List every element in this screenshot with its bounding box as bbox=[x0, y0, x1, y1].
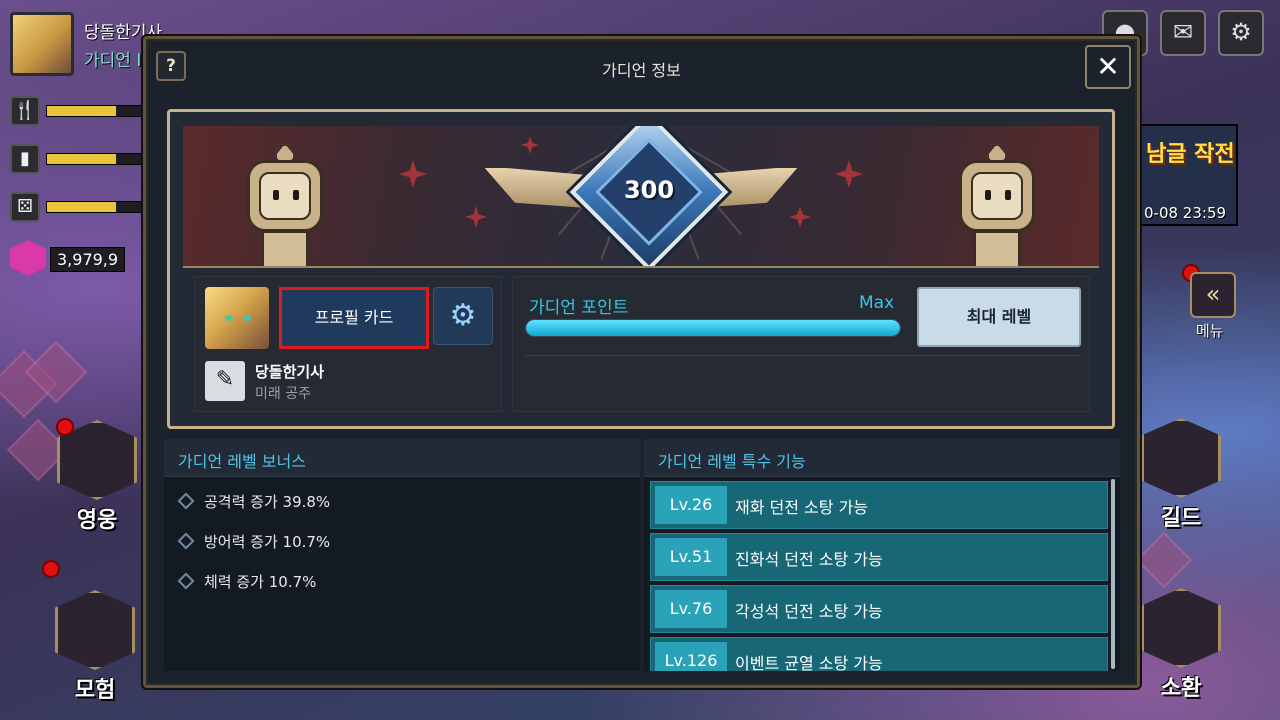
mascot-right-icon bbox=[949, 144, 1045, 266]
edit-profile-button[interactable]: ✎ bbox=[205, 361, 245, 401]
feature-text: 진화석 던전 소탕 가능 bbox=[735, 550, 883, 569]
points-label: 가디언 포인트 bbox=[529, 298, 629, 318]
summon-label: 소환 bbox=[1160, 676, 1202, 701]
gear-icon: ⚙ bbox=[449, 298, 477, 333]
bonus-item: 방어력 증가 10.7% bbox=[177, 531, 331, 555]
points-progress-fill bbox=[526, 320, 900, 336]
gem-icon bbox=[10, 240, 46, 276]
level-tag: Lv.76 bbox=[655, 590, 727, 628]
banner-art: 300 bbox=[183, 126, 1099, 268]
summon-icon bbox=[1141, 588, 1221, 668]
resource-bar bbox=[46, 201, 146, 213]
guardian-points-panel: 가디언 포인트 Max 최대 레벨 bbox=[512, 276, 1090, 412]
guardian-banner: 300 프로필 카드 ⚙ ✎ 당돌한기사 미래 공주 가디언 포인트 Max 최… bbox=[167, 109, 1115, 429]
max-level-button[interactable]: 최대 레벨 bbox=[917, 287, 1081, 347]
cup-icon: ▮ bbox=[10, 144, 40, 174]
guild-icon bbox=[1141, 418, 1221, 498]
avatar[interactable] bbox=[10, 12, 74, 76]
adventure-button[interactable]: 모험 bbox=[40, 590, 150, 704]
resource-bar bbox=[46, 105, 146, 117]
special-features-title: 가디언 레벨 특수 기능 bbox=[658, 452, 806, 471]
guardian-level: 300 bbox=[623, 176, 675, 204]
summon-button[interactable]: 소환 bbox=[1126, 588, 1236, 702]
profile-card-button[interactable]: 프로필 카드 bbox=[279, 287, 429, 349]
gem-counter[interactable]: 3,979,9 bbox=[10, 240, 150, 278]
level-bonus-title: 가디언 레벨 보너스 bbox=[178, 452, 306, 471]
gem-count: 3,979,9 bbox=[50, 247, 126, 272]
event-timer: 0-08 23:59 bbox=[1144, 204, 1227, 222]
feature-text: 이벤트 균열 소탕 가능 bbox=[735, 654, 883, 671]
mascot-left-icon bbox=[237, 144, 333, 266]
divider bbox=[525, 355, 1079, 356]
fork-knife-icon: 🍴 bbox=[10, 96, 40, 126]
scrollbar-thumb[interactable] bbox=[1111, 479, 1115, 669]
notification-dot bbox=[56, 418, 74, 436]
guild-label: 길드 bbox=[1160, 506, 1202, 531]
list-item: Lv.76 각성석 던전 소탕 가능 bbox=[650, 585, 1108, 633]
guild-button[interactable]: 길드 bbox=[1126, 418, 1236, 532]
resource-dice[interactable]: ⚄ bbox=[10, 192, 146, 224]
scrollbar[interactable] bbox=[1111, 479, 1115, 669]
close-icon: ✕ bbox=[1096, 50, 1120, 83]
player-title: 미래 공주 bbox=[255, 386, 311, 402]
level-bonus-header: 가디언 레벨 보너스 bbox=[164, 439, 640, 477]
level-tag: Lv.26 bbox=[655, 486, 727, 524]
menu-label: 메뉴 bbox=[1196, 322, 1224, 340]
diamond-bullet-icon bbox=[177, 572, 195, 590]
feature-text: 각성석 던전 소탕 가능 bbox=[735, 602, 883, 621]
double-chevron-left-icon: « bbox=[1205, 280, 1221, 308]
level-bonus-panel: 가디언 레벨 보너스 공격력 증가 39.8% 방어력 증가 10.7% 체력 … bbox=[164, 439, 640, 671]
star-icon bbox=[789, 206, 811, 228]
list-item: Lv.51 진화석 던전 소탕 가능 bbox=[650, 533, 1108, 581]
modal-header: ? 가디언 정보 ✕ bbox=[146, 39, 1137, 95]
bonus-text: 체력 증가 10.7% bbox=[204, 573, 317, 591]
star-icon bbox=[835, 160, 863, 188]
points-max-label: Max bbox=[859, 293, 895, 313]
star-icon bbox=[465, 206, 487, 228]
adventure-label: 모험 bbox=[74, 678, 116, 703]
gear-icon[interactable]: ⚙ bbox=[1218, 10, 1264, 56]
bonus-text: 공격력 증가 39.8% bbox=[204, 493, 331, 511]
diamond-bullet-icon bbox=[177, 532, 195, 550]
points-progress-bar bbox=[525, 319, 901, 337]
resource-food[interactable]: 🍴 bbox=[10, 96, 146, 128]
special-features-header: 가디언 레벨 특수 기능 bbox=[644, 439, 1120, 477]
pencil-icon: ✎ bbox=[215, 367, 235, 392]
event-banner[interactable]: 남글 작전 0-08 23:59 bbox=[1138, 124, 1238, 226]
profile-settings-button[interactable]: ⚙ bbox=[433, 287, 493, 345]
resource-bar bbox=[46, 153, 146, 165]
list-item: Lv.126 이벤트 균열 소탕 가능 bbox=[650, 637, 1108, 671]
diamond-bullet-icon bbox=[177, 492, 195, 510]
notification-dot bbox=[42, 560, 60, 578]
menu-button[interactable]: « bbox=[1190, 272, 1236, 318]
special-features-panel: 가디언 레벨 특수 기능 Lv.26 재화 던전 소탕 가능 Lv.51 진화석… bbox=[644, 439, 1120, 671]
bonus-item: 공격력 증가 39.8% bbox=[177, 491, 331, 515]
bonus-item: 체력 증가 10.7% bbox=[177, 571, 317, 595]
dice-icon: ⚄ bbox=[10, 192, 40, 222]
hero-button[interactable]: 영웅 bbox=[42, 420, 152, 534]
nickname: 당돌한기사 bbox=[255, 363, 325, 381]
hero-label: 영웅 bbox=[76, 508, 118, 533]
star-icon bbox=[399, 160, 427, 188]
hud-player-title: 가디언 I bbox=[84, 51, 142, 71]
event-title: 남글 작전 bbox=[1146, 142, 1235, 167]
list-item: Lv.26 재화 던전 소탕 가능 bbox=[650, 481, 1108, 529]
guardian-info-modal: ? 가디언 정보 ✕ 300 프로필 카드 ⚙ ✎ 당돌한기사 미래 공주 가디… bbox=[143, 36, 1140, 688]
bonus-text: 방어력 증가 10.7% bbox=[204, 533, 331, 551]
level-tag: Lv.51 bbox=[655, 538, 727, 576]
avatar bbox=[205, 287, 269, 349]
close-button[interactable]: ✕ bbox=[1085, 45, 1131, 89]
level-tag: Lv.126 bbox=[655, 642, 727, 671]
star-icon bbox=[521, 136, 539, 154]
adventure-icon bbox=[55, 590, 135, 670]
resource-drink[interactable]: ▮ bbox=[10, 144, 146, 176]
mail-icon[interactable]: ✉ bbox=[1160, 10, 1206, 56]
modal-title: 가디언 정보 bbox=[602, 61, 681, 80]
feature-text: 재화 던전 소탕 가능 bbox=[735, 498, 869, 517]
profile-panel: 프로필 카드 ⚙ ✎ 당돌한기사 미래 공주 bbox=[194, 276, 502, 412]
